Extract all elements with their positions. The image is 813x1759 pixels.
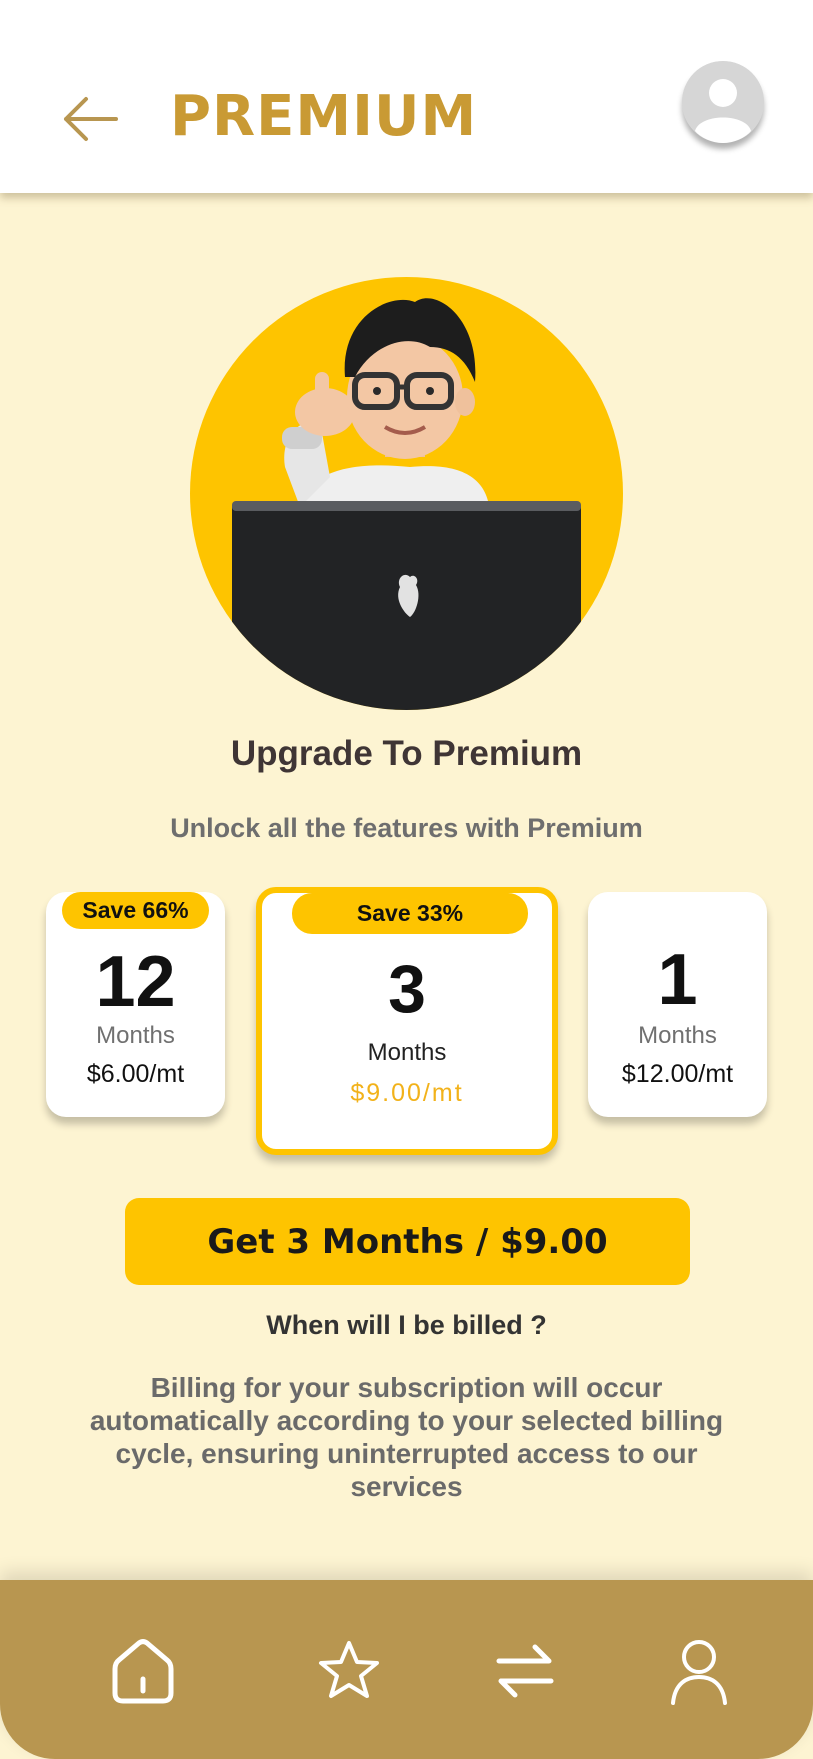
arrow-left-icon	[64, 97, 118, 141]
plan-unit: Months	[638, 1022, 717, 1049]
plan-duration: 12	[95, 942, 176, 1022]
back-button[interactable]	[60, 90, 120, 150]
plan-duration: 3	[388, 951, 426, 1027]
plan-card-3-months[interactable]: Save 33% 3 Months $9.00/mt	[256, 887, 558, 1155]
home-icon	[112, 1639, 174, 1704]
upgrade-heading: Upgrade To Premium	[230, 734, 583, 773]
bottom-navigation	[0, 1580, 813, 1759]
nav-favorites[interactable]	[313, 1635, 385, 1707]
plan-price: $6.00/mt	[86, 1060, 185, 1088]
plan-badge: Save 66%	[62, 892, 209, 929]
plan-duration: 1	[657, 940, 698, 1020]
profile-icon	[671, 1640, 727, 1705]
exchange-icon	[496, 1644, 554, 1698]
star-icon	[319, 1641, 379, 1698]
plan-price: $9.00/mt	[350, 1079, 464, 1107]
billing-answer: Billing for your subscription will occur…	[89, 1372, 724, 1502]
plan-unit: Months	[96, 1022, 175, 1049]
nav-profile[interactable]	[663, 1635, 735, 1707]
nav-home[interactable]	[107, 1635, 179, 1707]
upgrade-subheading: Unlock all the features with Premium	[170, 813, 643, 843]
memoji-illustration	[232, 298, 581, 710]
plan-badge: Save 33%	[292, 893, 528, 934]
page-title: PREMIUM	[170, 84, 478, 149]
app-header: PREMIUM	[0, 0, 813, 193]
subscribe-button[interactable]: Get 3 Months / $9.00	[125, 1198, 690, 1285]
user-avatar[interactable]	[682, 61, 764, 143]
hero-illustration	[190, 277, 623, 710]
user-avatar-icon	[682, 61, 764, 143]
billing-question: When will I be billed ?	[266, 1310, 547, 1340]
plan-unit: Months	[367, 1039, 447, 1066]
plan-card-1-month[interactable]: 1 Months $12.00/mt	[588, 892, 767, 1117]
plan-card-12-months[interactable]: Save 66% 12 Months $6.00/mt	[46, 892, 225, 1117]
nav-exchange[interactable]	[489, 1635, 561, 1707]
plan-price: $12.00/mt	[621, 1060, 734, 1088]
